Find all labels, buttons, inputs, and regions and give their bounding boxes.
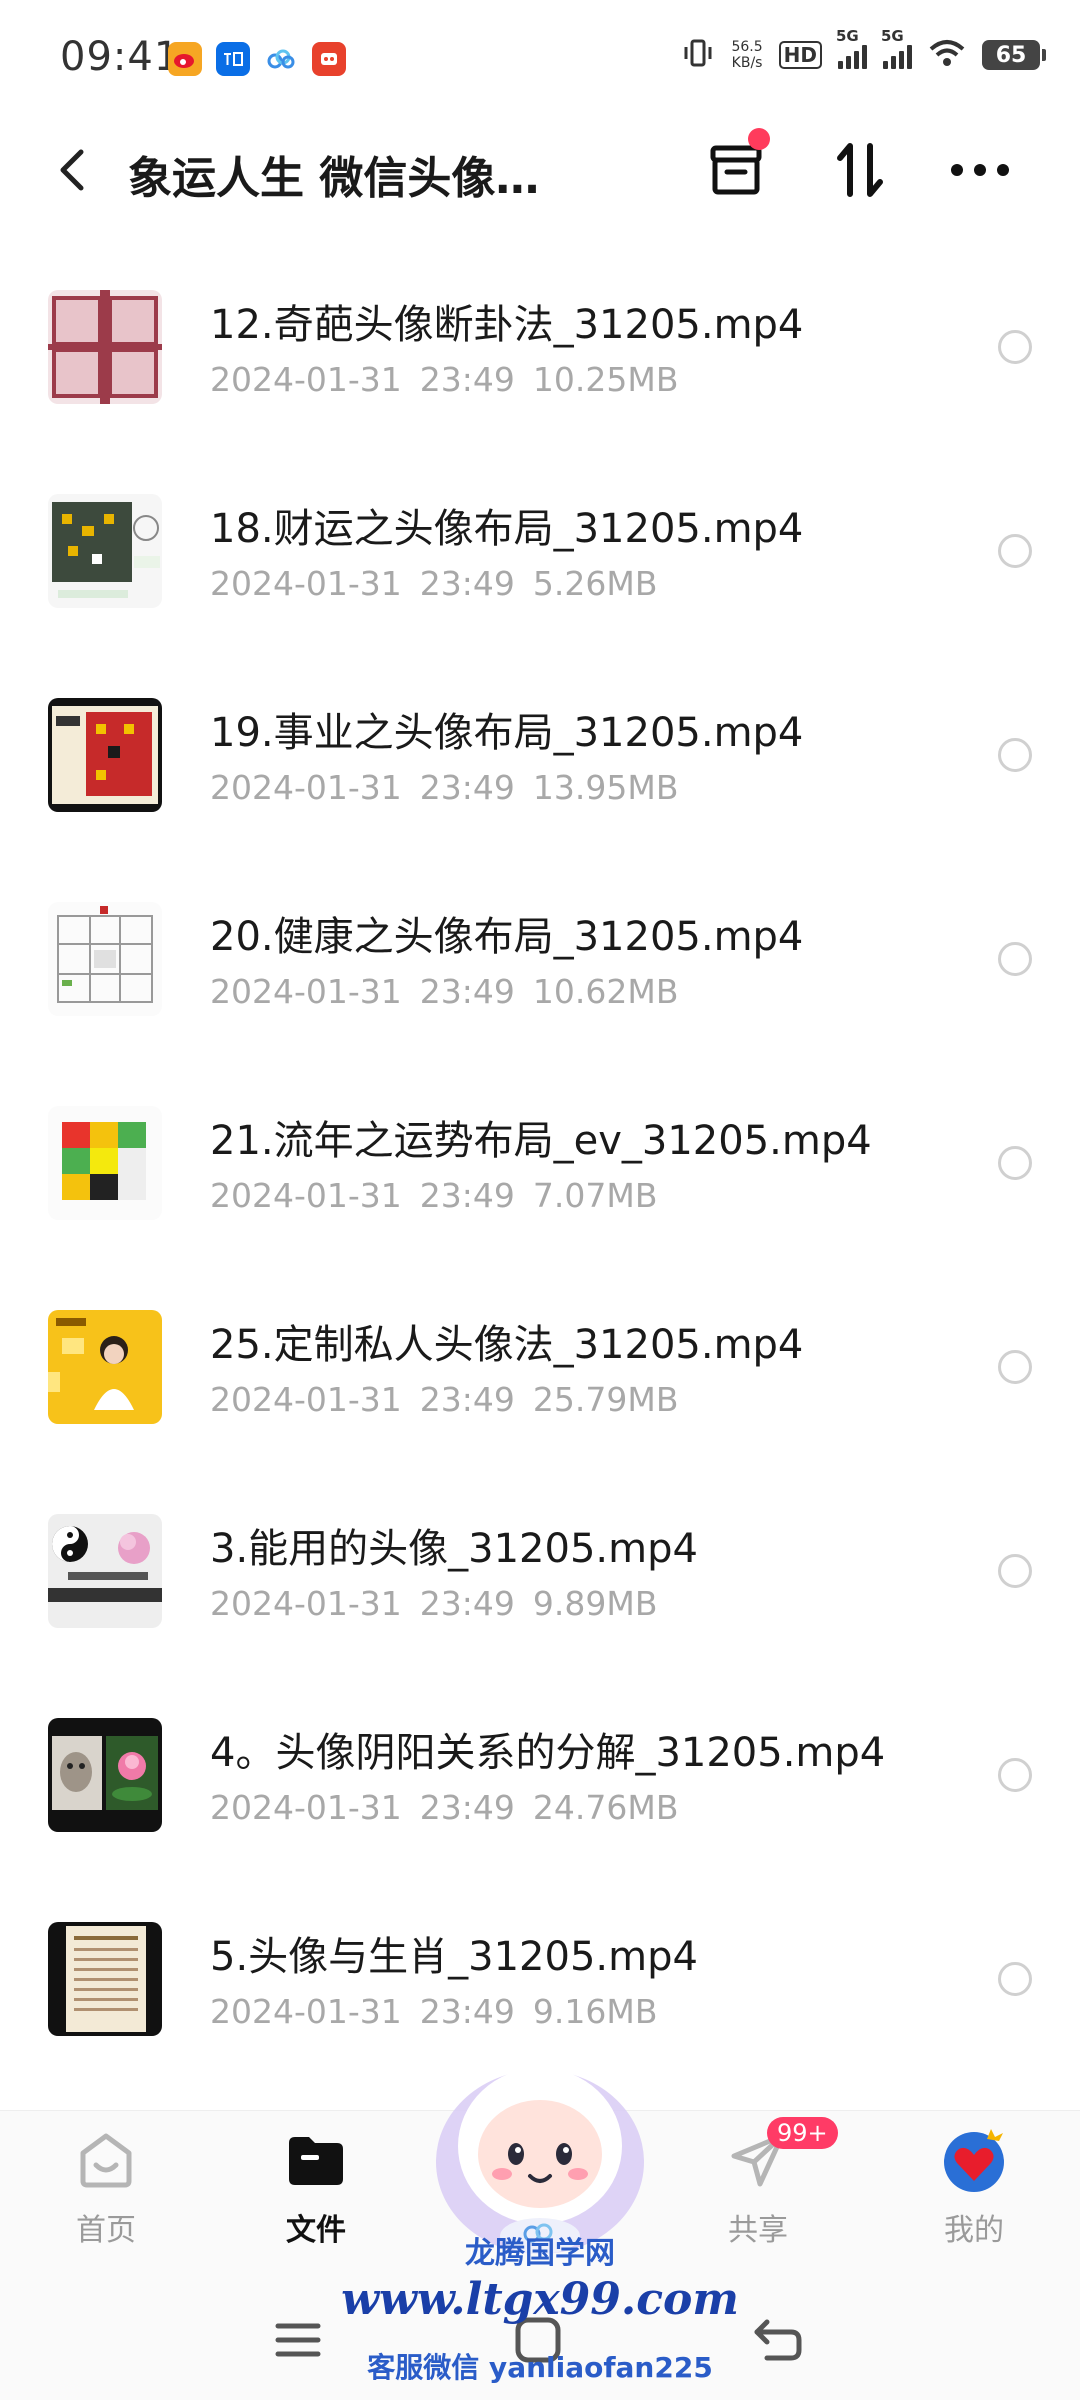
archive-icon (710, 145, 762, 195)
select-checkbox[interactable] (998, 330, 1032, 364)
sort-button[interactable] (824, 134, 896, 206)
status-indicators: 56.5 KB/s HD 5G 5G 65 (681, 27, 1046, 72)
watermark-contact: 客服微信 yanliaofan225 (367, 2351, 713, 2384)
hd-badge: HD (778, 41, 822, 69)
file-name: 4。头像阴阳关系的分解_31205.mp4 (210, 1730, 886, 1776)
file-name: 12.奇葩头像断卦法_31205.mp4 (210, 302, 804, 348)
game-icon (312, 42, 346, 76)
back-arrow-icon (60, 149, 84, 191)
select-checkbox[interactable] (998, 1350, 1032, 1384)
file-name: 25.定制私人头像法_31205.mp4 (210, 1322, 804, 1368)
file-name: 18.财运之头像布局_31205.mp4 (210, 506, 804, 552)
select-checkbox[interactable] (998, 1146, 1032, 1180)
select-checkbox[interactable] (998, 534, 1032, 568)
signal-icon: 5G (836, 27, 867, 69)
file-meta: 2024-01-31 23:49 25.79MB (210, 1380, 679, 1419)
weibo-icon (168, 42, 202, 76)
video-thumbnail (48, 902, 162, 1016)
file-meta: 2024-01-31 23:49 5.26MB (210, 564, 658, 603)
more-button[interactable] (944, 134, 1016, 206)
share-count-badge: 99+ (767, 2117, 838, 2149)
file-meta: 2024-01-31 23:49 9.16MB (210, 1992, 658, 2031)
select-checkbox[interactable] (998, 942, 1032, 976)
avatar-icon (939, 2125, 1009, 2195)
title-bar: 象运人生 微信头像… (0, 120, 1080, 220)
select-checkbox[interactable] (998, 1554, 1032, 1588)
list-item[interactable]: 3.能用的头像_31205.mp4 2024-01-31 23:49 9.89MB (0, 1444, 1080, 1648)
file-name: 21.流年之运势布局_ev_31205.mp4 (210, 1118, 872, 1164)
wifi-icon (928, 38, 966, 72)
back-button[interactable] (46, 144, 98, 196)
status-bar: 09:41 56.5 KB/s HD 5G 5G 65 (0, 0, 1080, 120)
list-item[interactable]: 4。头像阴阳关系的分解_31205.mp4 2024-01-31 23:49 24.… (0, 1648, 1080, 1852)
select-checkbox[interactable] (998, 1962, 1032, 1996)
file-name: 19.事业之头像布局_31205.mp4 (210, 710, 804, 756)
list-item[interactable]: 12.奇葩头像断卦法_31205.mp4 2024-01-31 23:49 10.2… (0, 220, 1080, 424)
file-meta: 2024-01-31 23:49 7.07MB (210, 1176, 658, 1215)
file-meta: 2024-01-31 23:49 24.76MB (210, 1788, 679, 1827)
select-checkbox[interactable] (998, 1758, 1032, 1792)
network-speed: 56.5 KB/s (731, 39, 763, 71)
cloud-icon (264, 42, 298, 76)
video-thumbnail (48, 1922, 162, 2036)
video-thumbnail (48, 1514, 162, 1628)
file-name: 20.健康之头像布局_31205.mp4 (210, 914, 804, 960)
list-item[interactable]: 5.头像与生肖_31205.mp4 2024-01-31 23:49 9.16MB (0, 1852, 1080, 2056)
video-thumbnail (48, 1718, 162, 1832)
sort-icon (837, 143, 883, 197)
file-name: 5.头像与生肖_31205.mp4 (210, 1934, 698, 1980)
send-icon: 99+ (723, 2117, 838, 2195)
list-item[interactable]: 20.健康之头像布局_31205.mp4 2024-01-31 23:49 10.6… (0, 832, 1080, 1036)
notification-dot (748, 128, 770, 150)
signal-icon: 5G (881, 27, 912, 69)
folder-icon (281, 2125, 351, 2195)
video-thumbnail (48, 290, 162, 404)
video-thumbnail (48, 1106, 162, 1220)
file-name: 3.能用的头像_31205.mp4 (210, 1526, 698, 1572)
list-item[interactable]: 19.事业之头像布局_31205.mp4 2024-01-31 23:49 13.9… (0, 628, 1080, 832)
list-item[interactable]: 21.流年之运势布局_ev_31205.mp4 2024-01-31 23:49 7… (0, 1036, 1080, 1240)
watermark-url: www.ltgx99.com (341, 2274, 739, 2325)
archive-button[interactable] (700, 128, 772, 206)
list-item[interactable]: 25.定制私人头像法_31205.mp4 2024-01-31 23:49 25.7… (0, 1240, 1080, 1444)
vibrate-icon (681, 38, 715, 72)
file-meta: 2024-01-31 23:49 10.25MB (210, 360, 679, 399)
more-icon (951, 164, 1009, 176)
video-thumbnail (48, 1310, 162, 1424)
zhihu-icon (216, 42, 250, 76)
home-icon (71, 2125, 141, 2195)
file-meta: 2024-01-31 23:49 9.89MB (210, 1584, 658, 1623)
watermark-title: 龙腾国学网 (465, 2236, 615, 2271)
select-checkbox[interactable] (998, 738, 1032, 772)
status-app-icons (168, 42, 346, 76)
file-list: 12.奇葩头像断卦法_31205.mp4 2024-01-31 23:49 10.2… (0, 220, 1080, 2056)
list-item[interactable]: 18.财运之头像布局_31205.mp4 2024-01-31 23:49 5.26… (0, 424, 1080, 628)
page-title: 象运人生 微信头像… (128, 153, 540, 204)
status-time: 09:41 (60, 34, 181, 80)
video-thumbnail (48, 494, 162, 608)
file-meta: 2024-01-31 23:49 10.62MB (210, 972, 679, 1011)
video-thumbnail (48, 698, 162, 812)
file-meta: 2024-01-31 23:49 13.95MB (210, 768, 679, 807)
battery-icon: 65 (982, 40, 1046, 70)
